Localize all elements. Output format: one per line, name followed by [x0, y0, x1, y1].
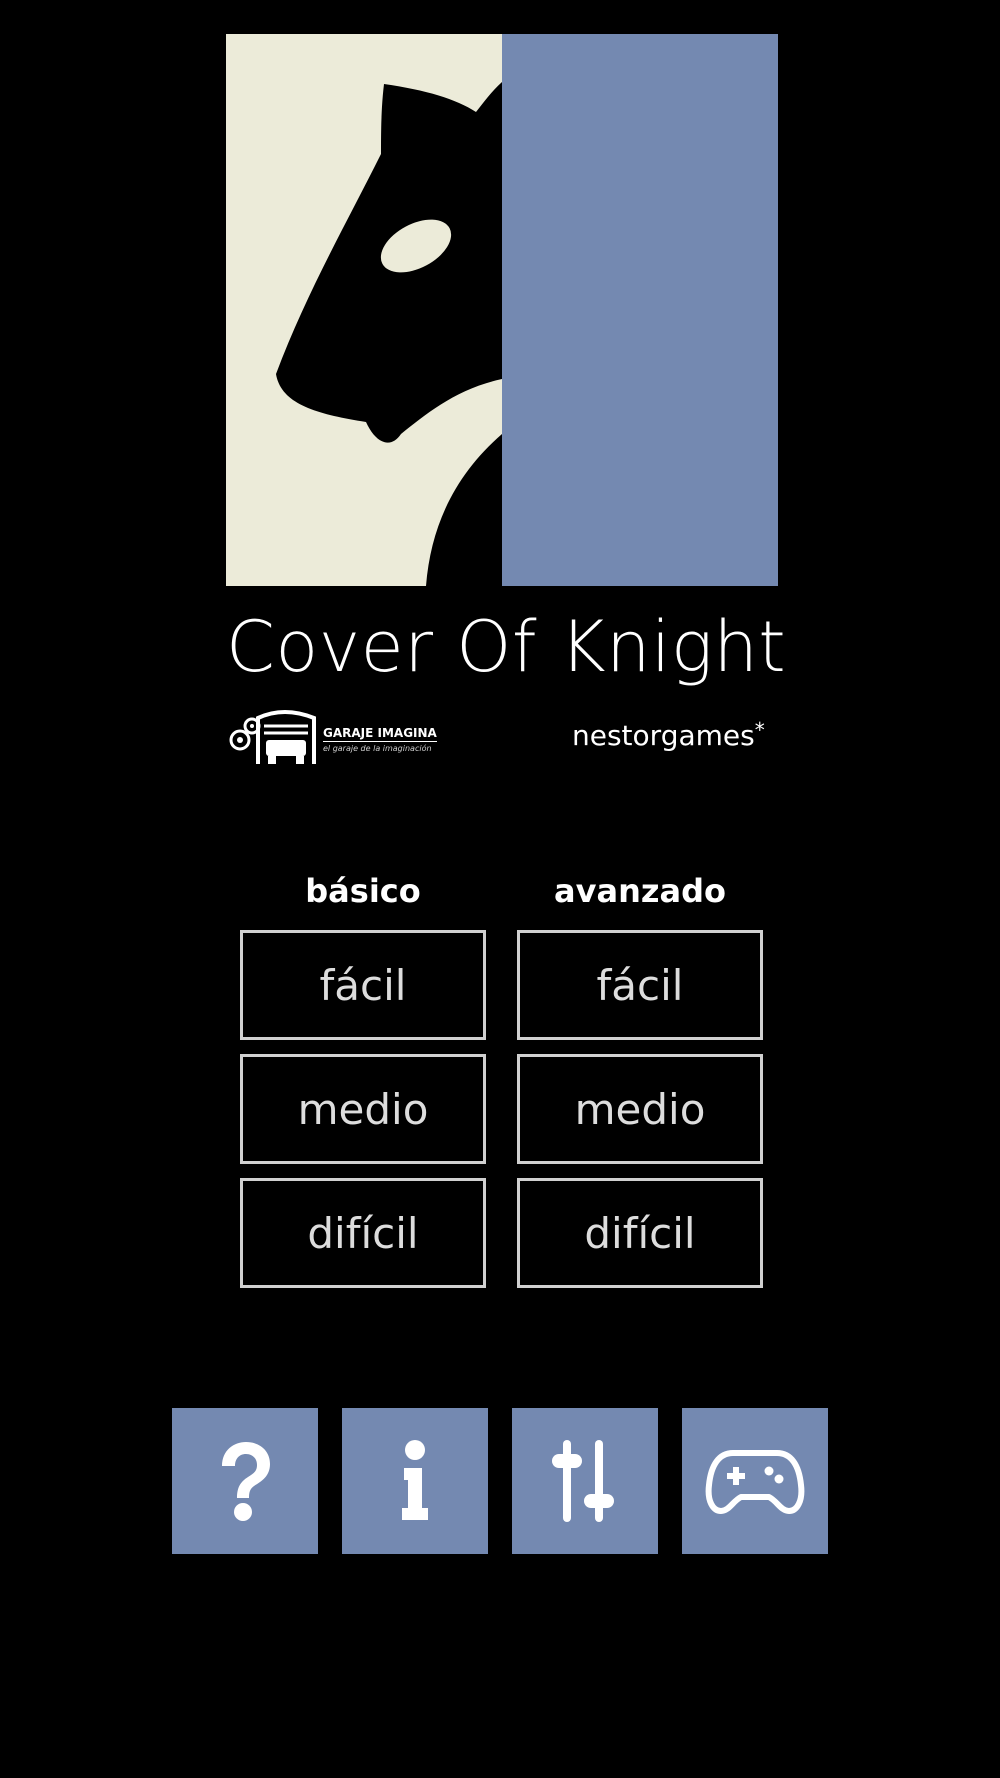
game-title: Cover Of Knight	[226, 606, 787, 688]
basic-easy-button[interactable]: fácil	[240, 930, 486, 1040]
mode-header-basic: básico	[305, 872, 421, 910]
games-button[interactable]	[682, 1408, 828, 1554]
garaje-logo-tagline: el garaje de la imaginación	[323, 744, 432, 753]
garaje-imagina-logo: GARAJE IMAGINA el garaje de la imaginaci…	[226, 706, 446, 768]
help-button[interactable]	[172, 1408, 318, 1554]
garaje-logo-icon	[229, 710, 316, 764]
info-button[interactable]	[342, 1408, 488, 1554]
mode-header-advanced: avanzado	[554, 872, 726, 910]
basic-hard-button[interactable]: difícil	[240, 1178, 486, 1288]
advanced-easy-button[interactable]: fácil	[517, 930, 763, 1040]
cover-art	[226, 34, 778, 586]
advanced-hard-button[interactable]: difícil	[517, 1178, 763, 1288]
basic-medium-button[interactable]: medio	[240, 1054, 486, 1164]
gamepad-icon	[705, 1450, 805, 1514]
nestorgames-logo: nestorgames*	[572, 718, 765, 752]
knight-silhouette-image	[226, 34, 778, 586]
help-icon	[222, 1442, 270, 1521]
settings-sliders-icon	[552, 1440, 614, 1522]
advanced-medium-button[interactable]: medio	[517, 1054, 763, 1164]
settings-button[interactable]	[512, 1408, 658, 1554]
nestorgames-logo-text: nestorgames	[572, 719, 755, 752]
info-icon	[402, 1440, 428, 1520]
garaje-logo-name: GARAJE IMAGINA	[323, 726, 437, 742]
nestorgames-logo-mark: *	[754, 718, 765, 742]
